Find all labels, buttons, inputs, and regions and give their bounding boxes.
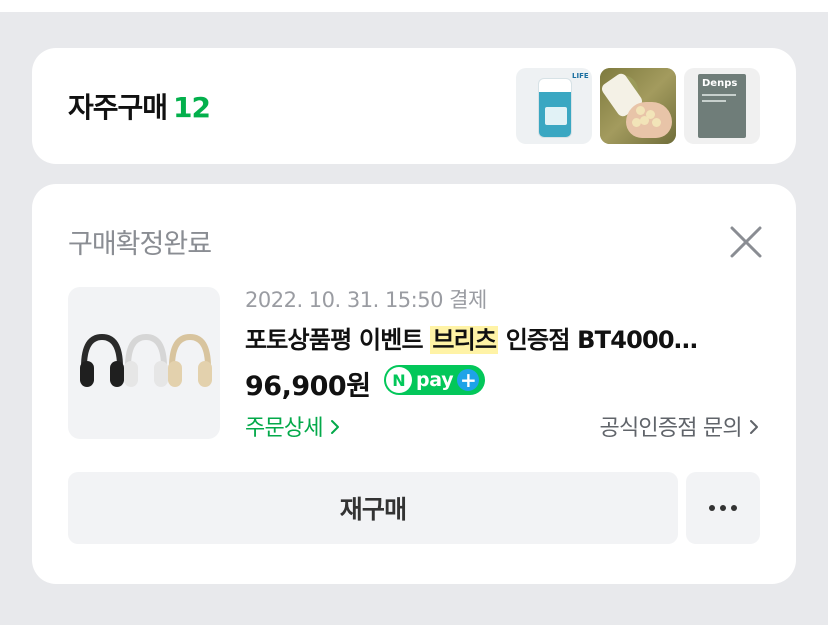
official-store-inquiry-link[interactable]: 공식인증점 문의 [600, 410, 760, 442]
order-status: 구매확정완료 [68, 229, 212, 260]
capsule-bead [632, 118, 641, 127]
payment-date: 2022. 10. 31. 15:50 결제 [245, 288, 487, 312]
price: 96,900원 [245, 371, 371, 402]
product-thumbnail-supplement-jar[interactable]: LIFE [516, 68, 592, 144]
product-thumbnail-denps-box[interactable]: Denps [684, 68, 760, 144]
denps-brand-text: Denps [702, 78, 738, 89]
box-line [702, 100, 726, 102]
order-card: 구매확정완료 2022. 10. 31. 15:50 결제 포토상품평 이벤트 … [32, 184, 796, 584]
product-name[interactable]: 포토상품평 이벤트 브리츠 인증점 BT4000… [245, 320, 765, 355]
top-bar [0, 0, 828, 12]
chevron-right-icon [330, 420, 339, 434]
plus-icon: + [457, 369, 480, 391]
frequent-purchase-label: 자주구매 [68, 91, 168, 124]
product-name-prefix: 포토상품평 이벤트 [245, 326, 431, 354]
capsule-bead [652, 118, 661, 127]
product-name-suffix: 인증점 BT4000… [498, 326, 698, 354]
headphones-icon [80, 333, 212, 387]
more-options-button[interactable] [686, 472, 760, 544]
jar-brand-text: LIFE [572, 72, 589, 80]
order-detail-label: 주문상세 [245, 416, 324, 441]
frequent-purchase-count: 12 [173, 91, 211, 124]
capsule-bead [640, 116, 649, 125]
npay-n-icon: N [386, 367, 412, 393]
box-line [702, 94, 736, 96]
more-icon [709, 505, 737, 511]
npay-plus-badge: N pay + [384, 365, 486, 395]
order-detail-link[interactable]: 주문상세 [245, 410, 341, 442]
product-thumbnail-capsules[interactable] [600, 68, 676, 144]
close-button[interactable] [726, 222, 766, 262]
supplement-jar-image [538, 78, 572, 138]
capsule-bead [636, 106, 645, 115]
inquiry-label: 공식인증점 문의 [599, 416, 743, 441]
npay-label: pay [416, 369, 454, 391]
frequent-purchase-title: 자주구매 12 [68, 86, 211, 126]
product-name-highlight: 브리츠 [430, 326, 499, 354]
product-image-headphones[interactable] [68, 287, 220, 439]
chevron-right-icon [750, 420, 758, 434]
close-icon [730, 226, 762, 258]
jar-label [545, 107, 567, 125]
rebuy-button[interactable]: 재구매 [68, 472, 678, 544]
denps-box-image: Denps [698, 74, 746, 138]
frequent-purchase-card[interactable]: 자주구매 12 LIFE Denps [32, 48, 796, 164]
